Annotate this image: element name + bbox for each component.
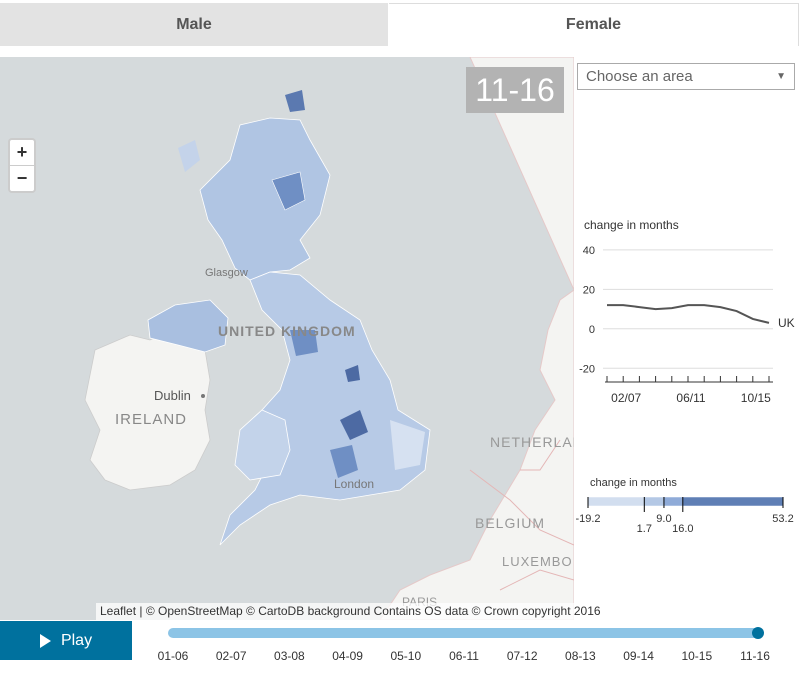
legend-tick-label: -19.2 [575,513,600,525]
area-select-placeholder: Choose an area [586,68,693,85]
x-tick-label: 10/15 [741,391,771,405]
scotland [199,117,331,281]
legend-tick-label: 16.0 [672,523,693,535]
y-tick-label: 40 [583,245,595,257]
ireland-land [84,329,211,491]
time-slider[interactable] [168,627,764,639]
tab-male[interactable]: Male [0,3,388,46]
time-period-label[interactable]: 04-09 [328,649,368,663]
legend-swatch [682,496,784,507]
time-period-label[interactable]: 06-11 [444,649,484,663]
label-ireland: IRELAND [115,411,187,428]
play-button[interactable]: Play [0,621,132,660]
line-chart-title: change in months [584,218,679,232]
label-united-kingdom: UNITED KINGDOM [218,323,356,339]
time-period-label[interactable]: 05-10 [386,649,426,663]
legend-tick-label: 1.7 [637,523,652,535]
time-period-label[interactable]: 08-13 [560,649,600,663]
zoom-control: + − [8,138,36,193]
legend-swatch [587,496,645,507]
label-dublin: Dublin [154,388,191,403]
outer-hebrides [178,140,200,172]
label-london: London [334,477,374,491]
map-attribution: Leaflet | © OpenStreetMap © CartoDB back… [96,603,605,620]
time-period-label[interactable]: 09-14 [619,649,659,663]
time-period-label[interactable]: 11-16 [735,649,775,663]
y-tick-label: 20 [583,284,595,296]
x-tick-label: 06/11 [676,391,705,405]
zoom-in-button[interactable]: + [10,140,34,166]
color-legend: -19.2 1.7 9.016.0 53.2 [575,496,794,535]
label-luxembourg: LUXEMBO [502,554,573,569]
england [219,271,431,546]
play-label: Play [60,631,93,649]
x-tick-label: 02/07 [611,391,641,405]
time-period-label[interactable]: 03-08 [269,649,309,663]
legend-title: change in months [590,477,677,489]
label-netherlands: NETHERLAN [490,434,574,450]
y-tick-label: -20 [579,363,595,375]
dublin-marker [201,394,205,398]
series-label: UK [778,316,795,330]
time-period-label[interactable]: 10-15 [677,649,717,663]
legend-swatch [663,496,684,507]
map-canvas: UNITED KINGDOM IRELAND Dublin Glasgow Lo… [84,57,574,620]
tab-female[interactable]: Female [389,3,799,46]
y-tick-label: 0 [589,324,595,336]
play-icon [39,633,51,648]
line-chart: 40 20 0 -20 02/07 06/11 10/15 UK [579,245,795,405]
continent-land [379,57,574,620]
orkney [285,90,305,112]
wales [234,409,291,481]
dropdown-arrow-icon: ▼ [776,71,786,82]
zoom-out-button[interactable]: − [10,166,34,191]
time-slider-handle[interactable] [752,627,764,639]
time-period-label[interactable]: 07-12 [502,649,542,663]
gender-tabs: Male Female [0,0,800,48]
map[interactable]: UNITED KINGDOM IRELAND Dublin Glasgow Lo… [0,57,574,620]
current-period-display: 11-16 [466,67,564,113]
legend-tick-label: 53.2 [772,513,793,525]
label-glasgow: Glasgow [205,267,248,279]
uk-series-line [607,304,770,324]
label-belgium: BELGIUM [475,515,545,531]
time-period-label[interactable]: 02-07 [211,649,251,663]
legend-tick-label: 9.0 [656,513,671,525]
time-period-label[interactable]: 01-06 [153,649,193,663]
legend-swatch [644,496,665,507]
area-select[interactable]: Choose an area ▼ [577,63,795,90]
